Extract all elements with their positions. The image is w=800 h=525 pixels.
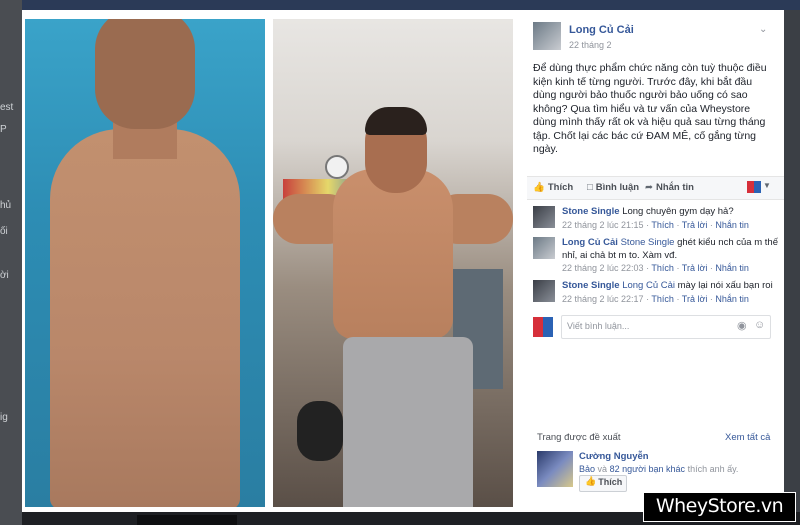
background-text-fragment: est — [0, 102, 14, 113]
others-link[interactable]: 82 người bạn khác — [610, 464, 685, 474]
after-photo[interactable] — [273, 19, 513, 507]
comment-reply-link[interactable]: Trả lời — [682, 294, 708, 304]
wheystore-watermark-logo: WheyStore.vn — [643, 492, 796, 522]
post-text: Để dùng thực phẩm chức năng còn tuỳ thuộ… — [533, 62, 767, 155]
comment-body: Stone Single Long Củ Cải mày lại nói xấu… — [562, 280, 778, 305]
comment-text: Long chuyên gym dạy hả? — [622, 206, 734, 217]
background-text-fragment: P — [0, 124, 7, 135]
avatar[interactable] — [533, 317, 553, 337]
comment-like-link[interactable]: Thích — [651, 220, 674, 230]
comment-text: mày lại nói xấu bạn roi — [677, 280, 773, 291]
pants-shape — [343, 337, 473, 507]
avatar[interactable] — [533, 22, 561, 50]
comment-like-link[interactable]: Thích — [651, 294, 674, 304]
comment-message-link[interactable]: Nhắn tin — [715, 263, 749, 273]
comment-reply-link[interactable]: Trả lời — [682, 263, 708, 273]
comment-author[interactable]: Long Củ Cải — [562, 237, 618, 248]
comment-message-link[interactable]: Nhắn tin — [715, 294, 749, 304]
comment-composer: Viết bình luận... ◉ ☺ — [533, 315, 776, 339]
avatar[interactable] — [533, 237, 555, 259]
and-word: và — [597, 464, 608, 474]
comment-message-link[interactable]: Nhắn tin — [715, 220, 749, 230]
post-author-name[interactable]: Long Củ Cải — [569, 24, 634, 36]
camera-icon[interactable]: ◉ — [737, 319, 747, 332]
emoji-icon[interactable]: ☺ — [754, 319, 765, 331]
avatar[interactable] — [537, 451, 573, 487]
avatar[interactable] — [533, 206, 555, 228]
share-icon: ➦ — [645, 182, 653, 193]
send-message-button[interactable]: ➦ Nhắn tin — [645, 182, 694, 193]
background-top-bar — [22, 0, 800, 10]
like-page-label: Thích — [598, 477, 623, 487]
photo-area — [22, 10, 527, 512]
photo-viewer-modal: Long Củ Cải 22 tháng 2 ⌄ Để dùng thực ph… — [22, 10, 784, 512]
background-text-fragment: hủ — [0, 200, 12, 211]
flag-icon[interactable] — [747, 181, 761, 193]
caret-down-icon[interactable]: ▼ — [763, 181, 771, 190]
comment-time[interactable]: 22 tháng 2 lúc 21:15 — [562, 220, 644, 230]
post-action-bar: 👍 Thích □ Bình luận ➦ Nhắn tin ▼ — [527, 176, 784, 200]
comment-reply-link[interactable]: Trả lời — [682, 220, 708, 230]
comment-time[interactable]: 22 tháng 2 lúc 22:03 — [562, 263, 644, 273]
social-suffix: thích anh ấy. — [687, 464, 739, 474]
comment-meta: 22 tháng 2 lúc 22:17 · Thích · Trả lời ·… — [562, 293, 749, 304]
friend-link[interactable]: Bảo — [579, 464, 595, 474]
post-side-panel: Long Củ Cải 22 tháng 2 ⌄ Để dùng thực ph… — [527, 10, 784, 512]
comment-body: Stone Single Long chuyên gym dạy hả? 22 … — [562, 206, 778, 231]
suggested-page-social: Bảo và 82 người bạn khác thích anh ấy. — [579, 464, 738, 474]
like-button[interactable]: 👍 Thích — [533, 182, 573, 193]
comment-input[interactable]: Viết bình luận... ◉ ☺ — [561, 315, 771, 339]
wall-clock — [325, 155, 349, 179]
share-label: Nhắn tin — [655, 182, 694, 193]
comment-meta: 22 tháng 2 lúc 21:15 · Thích · Trả lời ·… — [562, 219, 749, 230]
chevron-down-icon[interactable]: ⌄ — [759, 24, 767, 35]
comment-button[interactable]: □ Bình luận — [587, 182, 639, 193]
see-all-link[interactable]: Xem tất cả — [725, 432, 770, 443]
suggested-page-name[interactable]: Cường Nguyễn — [579, 451, 649, 462]
background-page-left: est P hủ ối ời ig — [0, 0, 22, 525]
background-text-fragment: ig — [0, 412, 8, 423]
avatar[interactable] — [533, 280, 555, 302]
before-photo[interactable] — [25, 19, 265, 507]
weight-plates — [297, 401, 343, 461]
comment-icon: □ — [587, 182, 593, 193]
background-text-fragment: ời — [0, 270, 9, 281]
comment-placeholder: Viết bình luận... — [567, 321, 630, 331]
torso-shape — [50, 129, 240, 507]
comment-body: Long Củ Cải Stone Single ghét kiểu nch c… — [562, 237, 778, 275]
comment-tag[interactable]: Long Củ Cải — [622, 280, 675, 291]
hair-shape — [365, 107, 427, 135]
head-shape — [95, 19, 195, 129]
like-page-button[interactable]: 👍 Thích — [579, 475, 627, 492]
comment-like-link[interactable]: Thích — [651, 263, 674, 273]
post-date[interactable]: 22 tháng 2 — [569, 40, 612, 50]
thumbs-up-icon: 👍 — [585, 476, 597, 486]
comment-time[interactable]: 22 tháng 2 lúc 22:17 — [562, 294, 644, 304]
background-text-fragment: ối — [0, 226, 8, 237]
suggested-pages-title: Trang được đề xuất — [537, 432, 621, 443]
thumbs-up-icon: 👍 — [533, 182, 545, 193]
torso-shape — [333, 169, 453, 339]
like-label: Thích — [547, 182, 574, 193]
comment-label: Bình luận — [595, 182, 640, 193]
comment-author[interactable]: Stone Single — [562, 206, 620, 217]
comment-tag[interactable]: Stone Single — [621, 237, 675, 248]
comment-author[interactable]: Stone Single — [562, 280, 620, 291]
comment-meta: 22 tháng 2 lúc 22:03 · Thích · Trả lời ·… — [562, 263, 749, 273]
